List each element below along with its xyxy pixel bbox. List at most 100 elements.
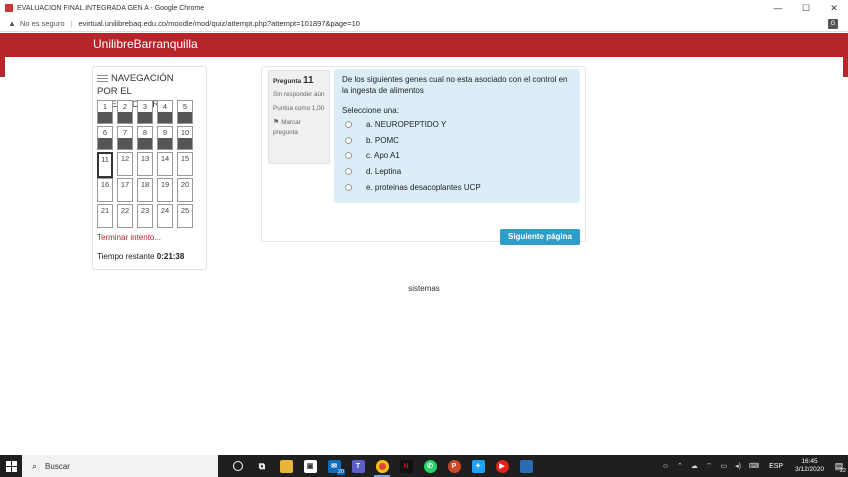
quiz-nav-question-button[interactable]: 18: [137, 178, 153, 202]
chrome-icon[interactable]: [375, 459, 389, 473]
quiz-nav-question-number[interactable]: 16: [98, 179, 112, 190]
answer-radio-a[interactable]: [345, 121, 352, 128]
people-icon[interactable]: ☺: [662, 463, 669, 470]
quiz-nav-question-number[interactable]: 21: [98, 205, 112, 216]
youtube-button[interactable]: ▶: [490, 455, 514, 477]
chevron-up-icon[interactable]: ⌃: [677, 462, 683, 470]
address-bar[interactable]: ▲ No es seguro | evirtual.unilibrebaq.ed…: [0, 16, 848, 32]
quiz-nav-question-number[interactable]: 2: [118, 101, 132, 112]
quiz-nav-question-button[interactable]: 6: [97, 126, 113, 150]
keyboard-icon[interactable]: ⌨: [749, 462, 759, 470]
search-placeholder[interactable]: Buscar: [45, 462, 70, 471]
twitter-icon[interactable]: ✦: [471, 459, 485, 473]
cortana-icon[interactable]: [233, 461, 243, 471]
quiz-nav-question-number[interactable]: 5: [178, 101, 192, 112]
flag-question-link[interactable]: ⚑ Marcar pregunta: [273, 118, 325, 138]
teams-icon[interactable]: T: [351, 459, 365, 473]
quiz-nav-question-button[interactable]: 23: [137, 204, 153, 228]
quiz-nav-question-number[interactable]: 22: [118, 205, 132, 216]
quiz-nav-question-number[interactable]: 17: [118, 179, 132, 190]
clock-date[interactable]: 3/12/2020: [795, 466, 824, 474]
clock[interactable]: 16:45 3/12/2020: [795, 458, 824, 474]
quiz-nav-question-number[interactable]: 15: [178, 153, 192, 164]
taskbar-search-box[interactable]: ⌕ Buscar: [22, 455, 218, 477]
quiz-nav-question-button[interactable]: 25: [177, 204, 193, 228]
quiz-nav-question-number[interactable]: 10: [178, 127, 192, 138]
warning-triangle-icon[interactable]: ▲: [8, 19, 16, 28]
answer-option-b[interactable]: b. POMC: [342, 133, 572, 149]
folder-icon[interactable]: [279, 459, 293, 473]
answer-option-a[interactable]: a. NEUROPEPTIDO Y: [342, 117, 572, 133]
netflix-icon[interactable]: N: [399, 459, 413, 473]
quiz-nav-question-number[interactable]: 3: [138, 101, 152, 112]
chrome-button[interactable]: [370, 455, 394, 477]
next-page-button[interactable]: Siguiente página: [500, 229, 580, 245]
powerpoint-button[interactable]: P: [442, 455, 466, 477]
security-label[interactable]: No es seguro: [20, 19, 65, 28]
site-brand-link[interactable]: UnilibreBarranquilla: [93, 37, 198, 51]
quiz-nav-question-button[interactable]: 19: [157, 178, 173, 202]
close-button[interactable]: ✕: [820, 3, 848, 14]
quiz-nav-question-button[interactable]: 9: [157, 126, 173, 150]
menu-icon[interactable]: [97, 73, 108, 84]
answer-label-a[interactable]: a. NEUROPEPTIDO Y: [366, 120, 446, 129]
quiz-nav-question-button[interactable]: 10: [177, 126, 193, 150]
quiz-nav-question-button[interactable]: 13: [137, 152, 153, 176]
windows-logo-icon[interactable]: [5, 460, 17, 472]
wifi-icon[interactable]: ⌔: [706, 462, 713, 471]
quiz-nav-question-button[interactable]: 22: [117, 204, 133, 228]
cortana-button[interactable]: [226, 455, 250, 477]
whatsapp-icon[interactable]: ✆: [423, 459, 437, 473]
quiz-nav-question-number[interactable]: 24: [158, 205, 172, 216]
quiz-nav-question-button[interactable]: 3: [137, 100, 153, 124]
quiz-nav-question-number[interactable]: 11: [99, 154, 111, 165]
quiz-nav-question-button[interactable]: 5: [177, 100, 193, 124]
quiz-nav-question-button[interactable]: 20: [177, 178, 193, 202]
whatsapp-button[interactable]: ✆: [418, 455, 442, 477]
teams-button[interactable]: T: [346, 455, 370, 477]
quiz-nav-question-button[interactable]: 14: [157, 152, 173, 176]
quiz-nav-question-number[interactable]: 23: [138, 205, 152, 216]
answer-radio-d[interactable]: [345, 168, 352, 176]
file-explorer-button[interactable]: [274, 455, 298, 477]
app-icon[interactable]: [519, 459, 533, 473]
powerpoint-icon[interactable]: P: [447, 459, 461, 473]
quiz-nav-question-button[interactable]: 1: [97, 100, 113, 124]
minimize-button[interactable]: —: [764, 3, 792, 13]
url-text[interactable]: evirtual.unilibrebaq.edu.co/moodle/mod/q…: [78, 19, 359, 28]
quiz-nav-question-button[interactable]: 16: [97, 178, 113, 202]
quiz-nav-question-number[interactable]: 7: [118, 127, 132, 138]
finish-attempt-link[interactable]: Terminar intento...: [97, 233, 161, 242]
quiz-nav-question-number[interactable]: 6: [98, 127, 112, 138]
app-button[interactable]: [514, 455, 538, 477]
answer-label-c[interactable]: c. Apo A1: [366, 151, 400, 160]
answer-option-c[interactable]: c. Apo A1: [342, 148, 572, 164]
mail-button[interactable]: ✉ 20: [322, 455, 346, 477]
quiz-nav-question-button[interactable]: 17: [117, 178, 133, 202]
answer-radio-b[interactable]: [345, 136, 352, 144]
action-center-button[interactable]: ▤ 22: [830, 455, 848, 477]
netflix-button[interactable]: N: [394, 455, 418, 477]
quiz-nav-question-button[interactable]: 4: [157, 100, 173, 124]
quiz-nav-question-button[interactable]: 12: [117, 152, 133, 176]
flag-icon[interactable]: ⚑: [273, 119, 279, 126]
store-icon[interactable]: ▣: [303, 459, 317, 473]
youtube-icon[interactable]: ▶: [495, 459, 509, 473]
quiz-nav-question-number[interactable]: 13: [138, 153, 152, 164]
translate-icon[interactable]: G: [828, 19, 838, 29]
quiz-nav-question-number[interactable]: 20: [178, 179, 192, 190]
answer-label-d[interactable]: d. Leptina: [366, 167, 401, 176]
answer-label-b[interactable]: b. POMC: [366, 136, 399, 145]
quiz-nav-question-button[interactable]: 2: [117, 100, 133, 124]
language-indicator[interactable]: ESP: [769, 463, 783, 470]
quiz-nav-question-number[interactable]: 8: [138, 127, 152, 138]
answer-option-e[interactable]: e. proteinas desacoplantes UCP: [342, 180, 572, 196]
maximize-button[interactable]: ☐: [792, 3, 820, 14]
quiz-nav-question-number[interactable]: 19: [158, 179, 172, 190]
onedrive-icon[interactable]: ☁: [691, 462, 698, 470]
quiz-nav-question-button[interactable]: 7: [117, 126, 133, 150]
quiz-nav-question-button[interactable]: 11: [97, 152, 113, 178]
task-view-icon[interactable]: ⧉: [256, 460, 269, 473]
quiz-nav-question-button[interactable]: 8: [137, 126, 153, 150]
answer-option-d[interactable]: d. Leptina: [342, 164, 572, 180]
